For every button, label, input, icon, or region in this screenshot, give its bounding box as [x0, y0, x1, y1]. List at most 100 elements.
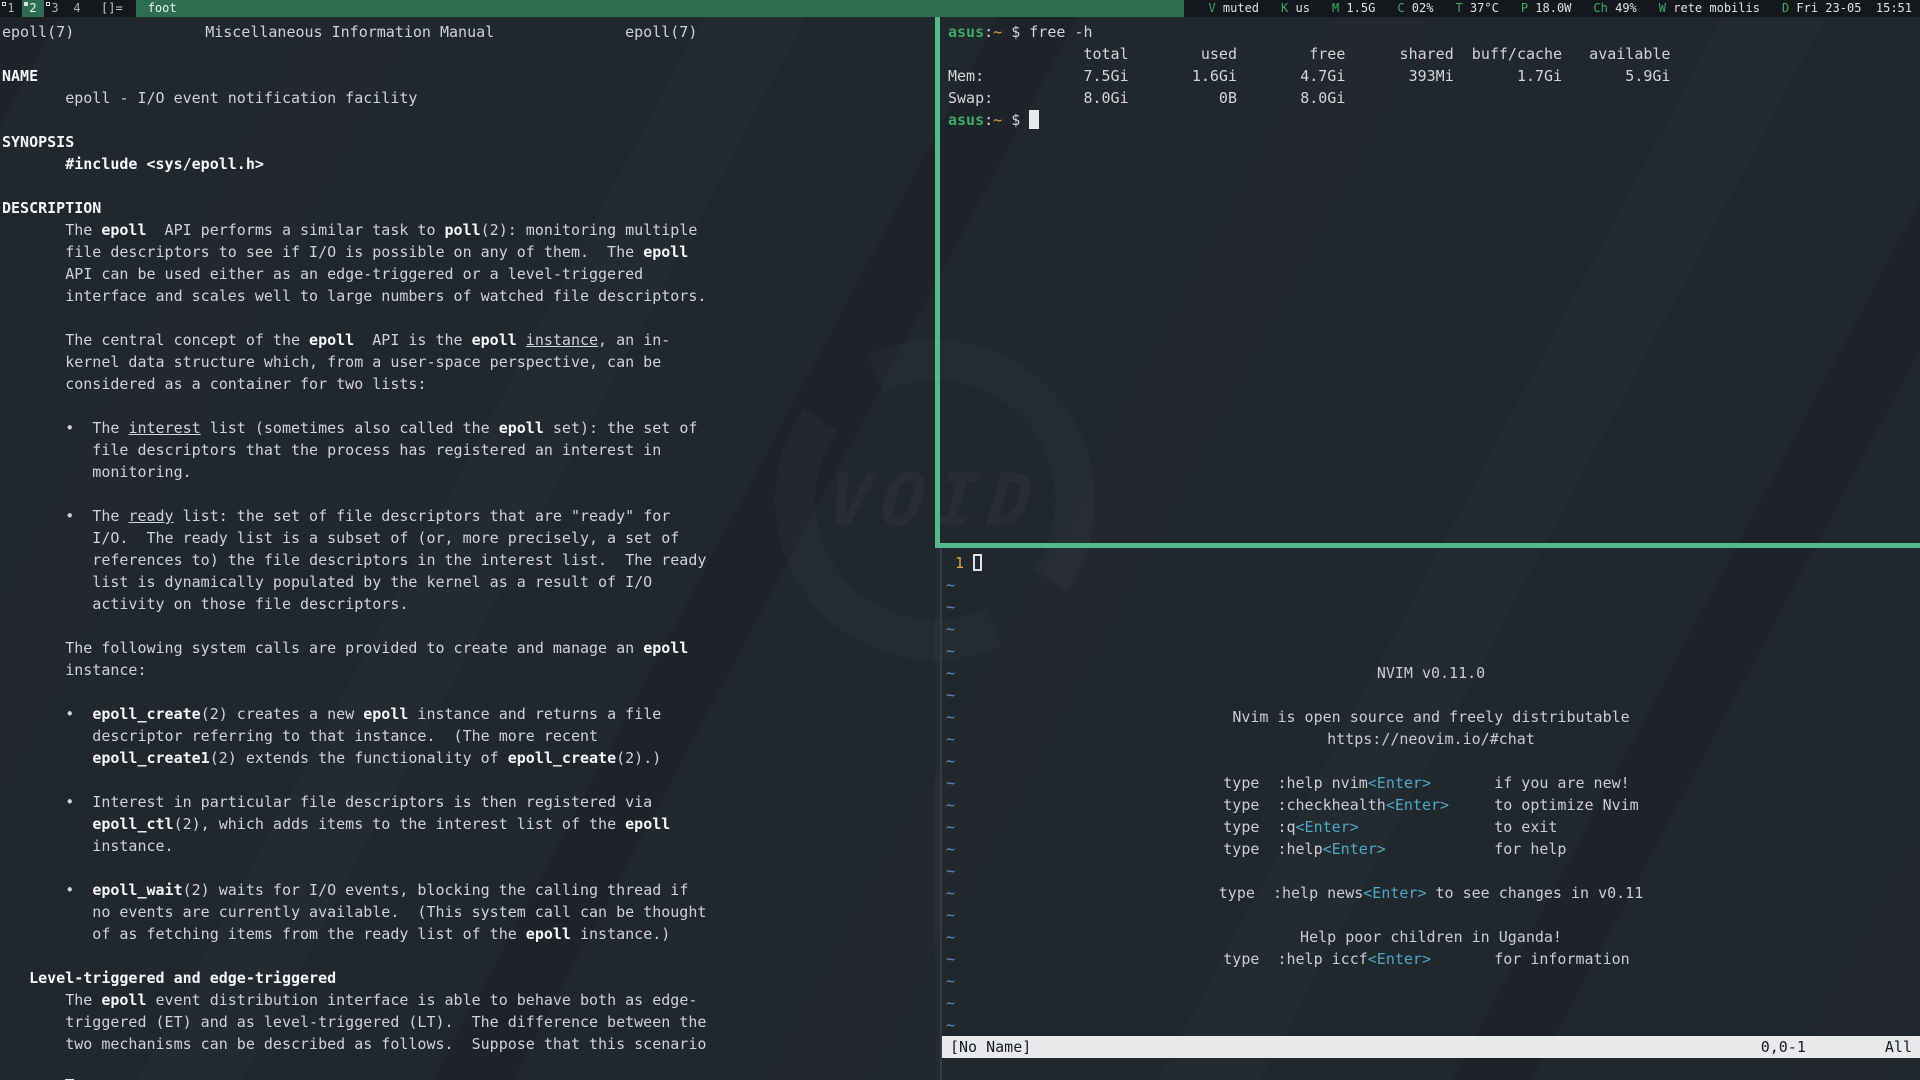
man-line: triggered (ET) and as level-triggered (L… [2, 1011, 935, 1033]
workspace-tag-4[interactable]: 4 [66, 0, 88, 17]
empty-line-tilde: ~ [946, 642, 955, 660]
man-line: descriptor referring to that instance. (… [2, 725, 935, 747]
workspace-tag-3[interactable]: 3 [44, 0, 66, 17]
man-line [2, 175, 935, 197]
nvim-statusline: [No Name] 0,0-1 All [942, 1036, 1920, 1058]
power-icon: P [1521, 1, 1528, 15]
man-line: • The ready list: the set of file descri… [2, 505, 935, 527]
window-title: foot [136, 0, 1184, 17]
workspace-tag-2[interactable]: 2 [22, 0, 44, 17]
status-modules: V mutedK usM 1.5GC 02%T 37°CP 18.0WCh 49… [1184, 0, 1920, 17]
empty-line-tilde: ~ [946, 598, 955, 616]
man-line: list is dynamically populated by the ker… [2, 571, 935, 593]
battery-icon: Ch [1593, 1, 1607, 15]
nvim-row: ~type :help news<Enter> to see changes i… [942, 882, 1920, 904]
nvim-splash-line: NVIM v0.11.0 [942, 662, 1920, 684]
layout-symbol[interactable]: []= [88, 0, 136, 17]
nvim-filename: [No Name] [950, 1036, 1031, 1058]
nvim-row: ~ [942, 640, 1920, 662]
man-line: SYNOPSIS [2, 131, 935, 153]
man-line: activity on those file descriptors. [2, 593, 935, 615]
neovim-window[interactable]: 1 ~~~~~NVIM v0.11.0~~Nvim is open source… [940, 548, 1920, 1080]
nvim-row: ~ [942, 860, 1920, 882]
nvim-scroll-position: All [1885, 1036, 1912, 1058]
nvim-cmdline [942, 1058, 1920, 1080]
man-line [2, 857, 935, 879]
man-line [2, 43, 935, 65]
nvim-row: ~ [942, 684, 1920, 706]
cpu-icon: C [1397, 1, 1404, 15]
man-line: • epoll_wait(2) waits for I/O events, bl… [2, 879, 935, 901]
terminal-line: Swap: 8.0Gi 0B 8.0Gi [948, 87, 1920, 109]
man-line [2, 615, 935, 637]
terminal-line: total used free shared buff/cache availa… [948, 43, 1920, 65]
man-line: API can be used either as an edge-trigge… [2, 263, 935, 285]
man-line: The following system calls are provided … [2, 637, 935, 659]
nvim-splash-line: Nvim is open source and freely distribut… [942, 706, 1920, 728]
empty-line-tilde: ~ [946, 752, 955, 770]
empty-line-tilde: ~ [946, 686, 955, 704]
nvim-row: 1 [942, 552, 1920, 574]
empty-line-tilde: ~ [946, 576, 955, 594]
man-header-left: epoll(7) [2, 21, 74, 43]
nvim-splash-line: type :help<Enter> for help [942, 838, 1920, 860]
man-line: interface and scales well to large numbe… [2, 285, 935, 307]
nvim-splash-line: type :help news<Enter> to see changes in… [942, 882, 1920, 904]
status-power: P 18.0W [1521, 0, 1572, 17]
man-line: #include <sys/epoll.h> [2, 153, 935, 175]
desktop: VOID 1234 []= foot V mutedK usM 1.5GC 02… [0, 0, 1920, 1080]
nvim-row: ~type :q<Enter> to exit [942, 816, 1920, 838]
empty-line-tilde: ~ [946, 994, 955, 1012]
volume-icon: V [1208, 1, 1215, 15]
man-line: The central concept of the epoll API is … [2, 329, 935, 351]
nvim-row: ~Nvim is open source and freely distribu… [942, 706, 1920, 728]
terminal-shell-window[interactable]: asus:~ $ free -h total used free shared … [940, 17, 1920, 543]
nvim-row: ~NVIM v0.11.0 [942, 662, 1920, 684]
man-line: considered as a container for two lists: [2, 373, 935, 395]
man-line: of as fetching items from the ready list… [2, 923, 935, 945]
man-page-header: epoll(7) Miscellaneous Information Manua… [2, 21, 697, 43]
man-line: instance: [2, 659, 935, 681]
man-line: The epoll event distribution interface i… [2, 989, 935, 1011]
nvim-row: ~ [942, 618, 1920, 640]
nvim-splash-line: Help poor children in Uganda! [942, 926, 1920, 948]
workspace-tag-1[interactable]: 1 [0, 0, 22, 17]
terminal-man-page-window[interactable]: epoll(7) Miscellaneous Information Manua… [0, 17, 935, 1080]
man-line: file descriptors that the process has re… [2, 439, 935, 461]
man-line: epoll_ctl(2), which adds items to the in… [2, 813, 935, 835]
man-line: monitoring. [2, 461, 935, 483]
nvim-splash-line: type :help nvim<Enter> if you are new! [942, 772, 1920, 794]
man-line: • The interest list (sometimes also call… [2, 417, 935, 439]
tag-occupied-indicator [46, 2, 50, 6]
nvim-row: ~ [942, 750, 1920, 772]
nvim-row: ~ [942, 574, 1920, 596]
man-line: epoll_create1(2) extends the functionali… [2, 747, 935, 769]
nvim-row: ~ [942, 992, 1920, 1014]
workspace-tags: 1234 [0, 0, 88, 17]
man-line: Level-triggered and edge-triggered [2, 967, 935, 989]
empty-line-tilde: ~ [946, 620, 955, 638]
nvim-row: ~https://neovim.io/#chat [942, 728, 1920, 750]
man-line: epoll - I/O event notification facility [2, 87, 935, 109]
status-bar: 1234 []= foot V mutedK usM 1.5GC 02%T 37… [0, 0, 1920, 17]
man-line: DESCRIPTION [2, 197, 935, 219]
man-line: • epoll_create(2) creates a new epoll in… [2, 703, 935, 725]
terminal-line: asus:~ $ [948, 109, 1920, 131]
terminal-line: asus:~ $ free -h [948, 21, 1920, 43]
status-keyboard: K us [1281, 0, 1310, 17]
man-line: NAME [2, 65, 935, 87]
nvim-row: ~type :help nvim<Enter> if you are new! [942, 772, 1920, 794]
man-header-right: epoll(7) [625, 21, 697, 43]
man-line [2, 395, 935, 417]
man-line: I/O. The ready list is a subset of (or, … [2, 527, 935, 549]
empty-line-tilde: ~ [946, 1016, 955, 1034]
nvim-splash-line: type :q<Enter> to exit [942, 816, 1920, 838]
man-line [2, 307, 935, 329]
man-header-center: Miscellaneous Information Manual [205, 21, 494, 43]
nvim-ruler: 0,0-1 [1761, 1036, 1806, 1058]
man-line [2, 769, 935, 791]
pager-prompt-line: : [2, 1055, 935, 1077]
man-line [2, 945, 935, 967]
wifi-icon: W [1659, 1, 1666, 15]
line-number: 1 [946, 554, 973, 572]
